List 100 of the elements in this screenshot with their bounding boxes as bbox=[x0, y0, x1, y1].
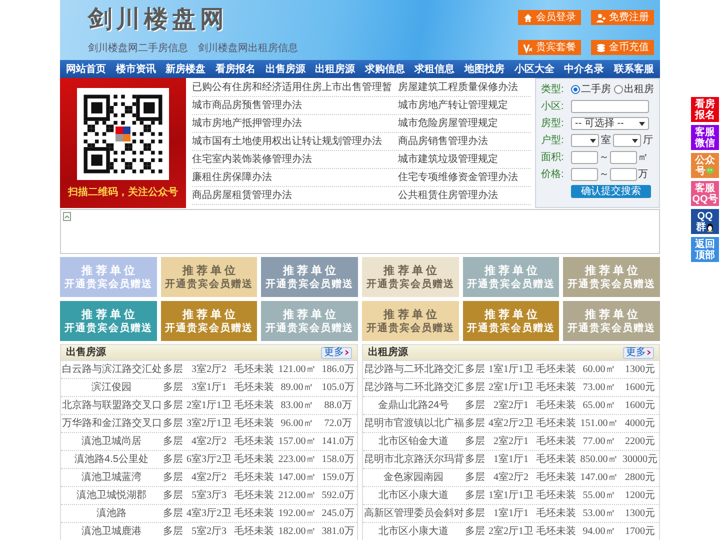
ad-title: 推 荐 单 位 bbox=[283, 264, 336, 278]
side-button[interactable]: 客服 微信 bbox=[691, 125, 719, 150]
field-label: 户型: bbox=[541, 134, 565, 148]
ad-tile[interactable]: 推 荐 单 位 开通贵宾会员赠送 bbox=[362, 301, 459, 341]
nav-link[interactable]: 出租房源 bbox=[315, 62, 356, 76]
address-link[interactable]: 昆明市北京路沃尔玛背 bbox=[363, 452, 463, 467]
table-cell-text: 毛坯未装 bbox=[233, 398, 275, 413]
nav-link[interactable]: 网站首页 bbox=[66, 62, 106, 76]
count-select[interactable] bbox=[613, 134, 641, 147]
radio-option[interactable]: 出租房 bbox=[614, 82, 654, 97]
address-link[interactable]: 北市区铂金大道 bbox=[363, 434, 463, 449]
more-link[interactable]: 更多 bbox=[321, 346, 352, 358]
article-link[interactable]: 住宅专项维修资金管理办法 bbox=[398, 170, 518, 185]
article-link[interactable]: 城市建筑垃圾管理规定 bbox=[398, 152, 498, 167]
address-link[interactable]: 高新区管理委员会斜对 bbox=[363, 506, 463, 521]
article-link[interactable]: 已购公有住房和经济适用住房上市出售管理暂 bbox=[192, 80, 398, 95]
nav-link[interactable]: 地图找房 bbox=[464, 62, 504, 76]
address-link[interactable]: 滇池路4.5公里处 bbox=[61, 452, 161, 467]
radio-option[interactable]: 二手房 bbox=[571, 82, 611, 97]
article-link[interactable]: 城市国有土地使用权出让转让规划管理办法 bbox=[192, 134, 398, 149]
search-button[interactable]: 确认提交搜索 bbox=[571, 185, 651, 198]
address-link[interactable]: 滇池路 bbox=[61, 506, 161, 521]
ad-subtitle: 开通贵宾会员赠送 bbox=[366, 322, 454, 334]
table-cell-text: 毛坯未装 bbox=[233, 452, 275, 467]
ad-tile[interactable]: 推 荐 单 位 开通贵宾会员赠送 bbox=[160, 257, 258, 297]
article-link[interactable]: 商品房销售管理办法 bbox=[398, 134, 488, 149]
table-cell-text: 毛坯未装 bbox=[535, 434, 577, 449]
nav-link[interactable]: 小区大全 bbox=[514, 62, 554, 76]
table-cell-text: 多层 bbox=[464, 525, 486, 539]
table-cell-text: 2室1厅1卫 bbox=[186, 398, 232, 413]
article-link[interactable]: 城市危险房屋管理规定 bbox=[398, 116, 498, 131]
article-link[interactable]: 商品房屋租赁管理办法 bbox=[192, 188, 398, 203]
address-link[interactable]: 昆沙路与二环北路交汇 bbox=[363, 380, 463, 395]
nav-link[interactable]: 新房楼盘 bbox=[166, 62, 206, 76]
chat-bubble-icon bbox=[706, 167, 714, 175]
address-link[interactable]: 滇池卫城鹿港 bbox=[61, 524, 161, 539]
min-field[interactable] bbox=[571, 168, 598, 181]
ad-subtitle: 开通贵宾会员赠送 bbox=[266, 322, 354, 334]
article-link[interactable]: 城市房地产转让管理规定 bbox=[398, 98, 508, 113]
address-link[interactable]: 滇池卫城尚居 bbox=[61, 434, 161, 449]
nav-link[interactable]: 出售房源 bbox=[265, 62, 306, 76]
nav-link[interactable]: 中介名录 bbox=[564, 62, 604, 76]
ad-subtitle: 开通贵宾会员赠送 bbox=[64, 278, 152, 290]
address-link[interactable]: 北市区小康大道 bbox=[363, 524, 463, 539]
article-link[interactable]: 城市商品房预售管理办法 bbox=[192, 98, 398, 113]
header-link[interactable]: 剑川楼盘网出租房信息 bbox=[198, 41, 298, 56]
ad-title: 推 荐 单 位 bbox=[182, 308, 236, 322]
room-type-select[interactable]: -- 可选择 -- bbox=[571, 117, 649, 130]
table-cell-text: 多层 bbox=[162, 453, 184, 467]
ad-subtitle: 开通贵宾会员赠送 bbox=[366, 278, 454, 290]
table-cell-text: 毛坯未装 bbox=[233, 434, 275, 449]
nav-link[interactable]: 求租信息 bbox=[414, 62, 455, 76]
address-link[interactable]: 滇池卫城蓝湾 bbox=[61, 470, 161, 485]
article-link[interactable]: 公共租赁住房管理办法 bbox=[398, 188, 498, 203]
address-link[interactable]: 滇池卫城悦湖郡 bbox=[61, 488, 161, 503]
ad-tile[interactable]: 推 荐 单 位 开通贵宾会员赠送 bbox=[362, 257, 459, 297]
table-cell-text: 多层 bbox=[162, 381, 184, 395]
nav-link[interactable]: 联系客服 bbox=[614, 62, 654, 76]
more-link[interactable]: 更多 bbox=[623, 346, 654, 358]
table-cell-text: 多层 bbox=[464, 381, 486, 395]
qr-caption: 扫描二维码，关注公众号 bbox=[68, 185, 178, 200]
table-cell-text: 2室2厅1 bbox=[492, 398, 530, 413]
address-link[interactable]: 金鼎山北路24号 bbox=[363, 398, 463, 413]
address-link[interactable]: 昆沙路与二环北路交汇 bbox=[363, 362, 463, 377]
nav-link[interactable]: 看房报名 bbox=[215, 62, 256, 76]
address-link[interactable]: 滨江俊园 bbox=[61, 380, 161, 395]
header-link[interactable]: 剑川楼盘网二手房信息 bbox=[88, 41, 188, 56]
article-link[interactable]: 廉租住房保障办法 bbox=[192, 170, 398, 185]
table-cell-text: 141.0万 bbox=[320, 435, 356, 449]
address-link[interactable]: 金色家园南园 bbox=[363, 470, 463, 485]
table-cell-text: 192.00㎡ bbox=[277, 507, 317, 521]
side-button[interactable]: 看房 报名 bbox=[691, 97, 719, 122]
address-link[interactable]: 北京路与联盟路交叉口 bbox=[61, 398, 161, 413]
article-link[interactable]: 住宅室内装饰装修管理办法 bbox=[192, 152, 398, 167]
count-select[interactable] bbox=[571, 134, 599, 147]
address-link[interactable]: 昆明市官渡镇以北广福 bbox=[363, 416, 463, 431]
caret-icon bbox=[639, 122, 645, 126]
table-cell-text: 147.00㎡ bbox=[579, 471, 619, 485]
address-link[interactable]: 白云路与滨江路交汇处 bbox=[61, 362, 161, 377]
table-cell-text: 83.00㎡ bbox=[280, 399, 314, 413]
article-link[interactable]: 房屋建筑工程质量保修办法 bbox=[398, 80, 518, 95]
max-field[interactable] bbox=[610, 151, 637, 164]
table-cell-text: 毛坯未装 bbox=[535, 470, 577, 485]
nav-link[interactable]: 楼市资讯 bbox=[116, 62, 156, 76]
article-link[interactable]: 城市房地产抵押管理办法 bbox=[192, 116, 398, 131]
ad-title: 推 荐 单 位 bbox=[585, 264, 638, 278]
side-button[interactable]: QQ 群 bbox=[691, 209, 719, 234]
min-field[interactable] bbox=[571, 151, 598, 164]
unit-label: 室 bbox=[601, 134, 611, 148]
table-cell-text: 182.00㎡ bbox=[277, 525, 317, 539]
address-link[interactable]: 万华路和金江路交叉口 bbox=[61, 416, 161, 431]
max-field[interactable] bbox=[610, 168, 637, 181]
nav-link[interactable]: 求购信息 bbox=[364, 62, 405, 76]
address-link[interactable]: 北市区小康大道 bbox=[363, 488, 463, 503]
table-cell-text: 72.0万 bbox=[323, 417, 353, 431]
table-cell-text: 3室1厅1 bbox=[190, 380, 228, 395]
community-field[interactable] bbox=[571, 100, 649, 113]
table-cell-text: 多层 bbox=[464, 507, 486, 521]
unit-label: ㎡ bbox=[638, 151, 648, 165]
table-cell-text: 1室1厅1 bbox=[492, 452, 530, 467]
